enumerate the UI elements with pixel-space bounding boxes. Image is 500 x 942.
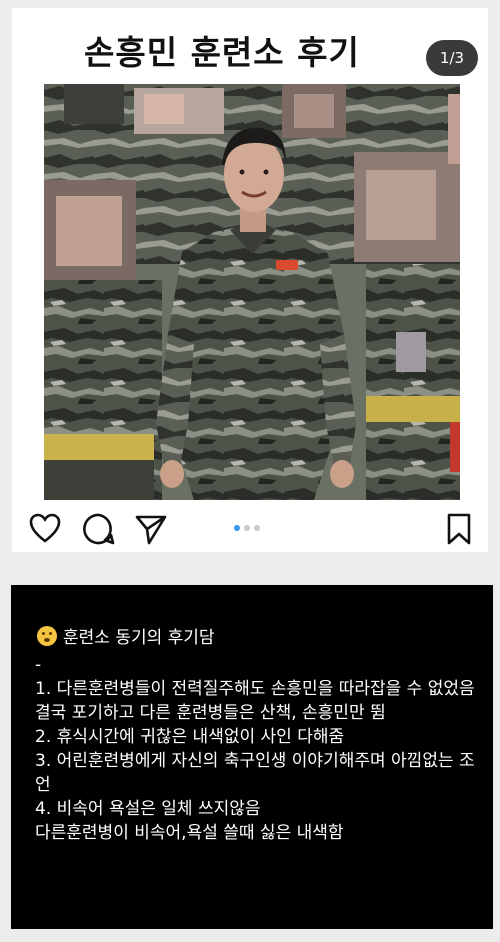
- carousel-dot-active: [234, 525, 240, 531]
- share-icon: [135, 515, 167, 545]
- face-with-hand-over-mouth-icon: [37, 625, 57, 646]
- review-line-3: 2. 휴식시간에 귀찮은 내색없이 사인 다해줌: [35, 727, 345, 747]
- review-line-2: 결국 포기하고 다른 훈련병들은 산책, 손흥민만 뜀: [35, 703, 386, 723]
- review-line-5: 4. 비속어 욕설은 일체 쓰지않음: [35, 799, 261, 819]
- like-button[interactable]: [28, 512, 62, 546]
- comment-icon: [83, 513, 115, 545]
- review-line-6: 다른훈련병이 비속어,욕설 쓸때 싫은 내색함: [35, 823, 344, 843]
- separator-line: -: [35, 655, 42, 675]
- carousel-dot: [244, 525, 250, 531]
- post-action-bar: [12, 504, 488, 552]
- panel-header-text: 훈련소 동기의 후기담: [63, 628, 215, 648]
- panel-header: 훈련소 동기의 후기담: [37, 623, 215, 648]
- share-button[interactable]: [134, 512, 168, 546]
- comment-button[interactable]: [82, 512, 116, 546]
- carousel-dots: [234, 524, 260, 532]
- bookmark-icon: [447, 513, 471, 545]
- page-indicator-badge: 1/3: [426, 40, 478, 76]
- soldier-photo-illustration: [44, 84, 460, 500]
- caption-text-panel: 훈련소 동기의 후기담 - 1. 다른훈련병들이 전력질주해도 손흥민을 따라잡…: [11, 585, 493, 929]
- carousel-dot: [254, 525, 260, 531]
- review-line-1: 1. 다른훈련병들이 전력질주해도 손흥민을 따라잡을 수 없었음: [35, 679, 475, 699]
- heart-icon: [29, 513, 61, 543]
- review-line-4: 3. 어린훈련병에게 자신의 축구인생 이야기해주며 아낌없는 조언: [35, 751, 475, 795]
- review-lines: - 1. 다른훈련병들이 전력질주해도 손흥민을 따라잡을 수 없었음 결국 포…: [35, 653, 485, 845]
- instagram-post-card: 손흥민 훈련소 후기 1/3: [12, 8, 488, 552]
- post-photo[interactable]: [44, 84, 460, 500]
- bookmark-button[interactable]: [442, 512, 476, 546]
- post-title: 손흥민 훈련소 후기: [84, 33, 360, 72]
